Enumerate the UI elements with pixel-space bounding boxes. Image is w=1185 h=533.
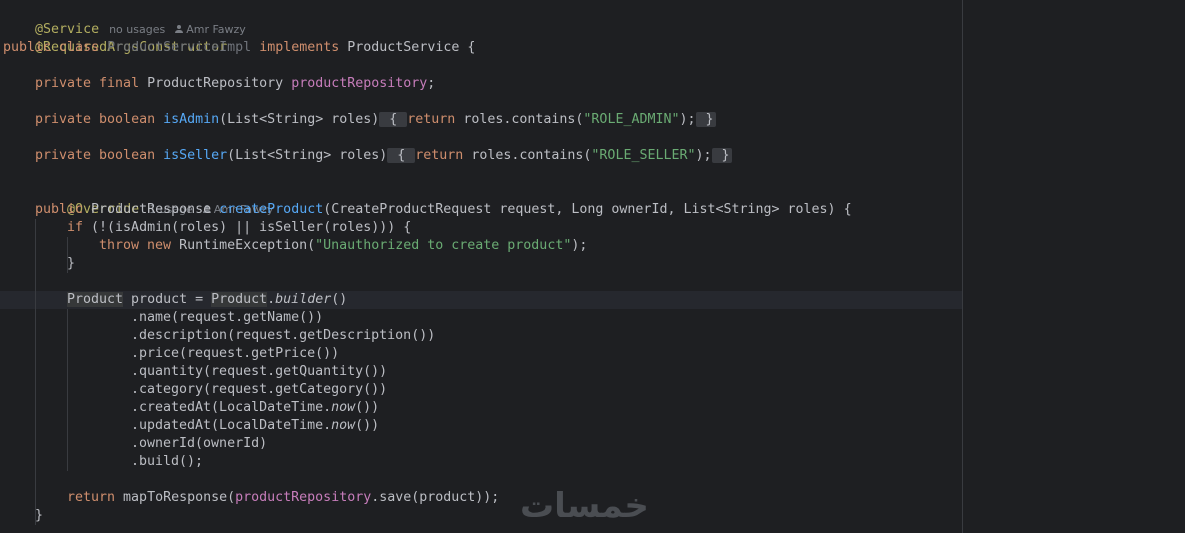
code-line[interactable]: .build(); (131, 453, 203, 471)
code-text: ); (679, 112, 696, 127)
code-line[interactable]: @Service no usages Amr Fawzy (3, 3, 246, 37)
code-text: .save(product)); (371, 490, 500, 505)
code-text: .name(request.getName()) (131, 310, 324, 325)
method-name: now (331, 400, 356, 415)
code-text: . (267, 292, 276, 307)
code-line[interactable]: .updatedAt(LocalDateTime.now()) (131, 417, 379, 435)
code-text: product = (123, 292, 212, 307)
method-name: now (331, 418, 356, 433)
code-text: } (35, 508, 44, 523)
code-line[interactable]: .price(request.getPrice()) (131, 345, 339, 363)
keyword: private final (35, 76, 148, 91)
keyword: throw new (99, 238, 180, 253)
code-editor[interactable]: @Service no usages Amr Fawzy @RequiredArgs… (0, 0, 1185, 533)
code-line[interactable]: .createdAt(LocalDateTime.now()) (131, 399, 379, 417)
code-text: ; (427, 76, 436, 91)
code-text: .build(); (131, 454, 204, 469)
string-literal: "ROLE_ADMIN" (583, 112, 680, 127)
code-line[interactable]: .quantity(request.getQuantity()) (131, 363, 387, 381)
code-line[interactable]: @Override 1 usage Amr Fawzy (35, 183, 273, 217)
code-line[interactable]: private boolean isAdmin(List<String> rol… (35, 111, 716, 129)
string-literal: "Unauthorized to create product" (315, 238, 572, 253)
fold-brace[interactable]: { (387, 148, 416, 163)
code-text: RuntimeException( (179, 238, 316, 253)
code-text: } (67, 256, 76, 271)
code-line[interactable]: .description(request.getDescription()) (131, 327, 435, 345)
code-line[interactable]: @RequiredArgsConstructor (3, 21, 227, 55)
code-line[interactable]: .category(request.getCategory()) (131, 381, 387, 399)
code-text: (CreateProductRequest request, Long owne… (323, 202, 852, 217)
type-name: ProductRepository (147, 76, 292, 91)
watermark-logo: خمسات (520, 486, 649, 526)
code-text: (List<String> roles) (227, 148, 388, 163)
keyword: if (67, 220, 92, 235)
code-text: ); (695, 148, 712, 163)
code-text: ()) (355, 400, 380, 415)
keyword: public class (3, 40, 108, 55)
code-text: mapToResponse( (123, 490, 236, 505)
type-name: Product (67, 292, 124, 307)
type-name: Product (211, 292, 268, 307)
indent-guide (35, 219, 36, 525)
code-line[interactable]: public ProductResponse createProduct(Cre… (35, 201, 852, 219)
indent-guide (67, 309, 68, 471)
code-line[interactable]: private boolean isSeller(List<String> ro… (35, 147, 732, 165)
code-line[interactable]: private final ProductRepository productR… (35, 75, 435, 93)
fold-brace[interactable]: { (379, 112, 408, 127)
code-text: () (331, 292, 348, 307)
right-margin-guide (962, 0, 963, 533)
field-name: productRepository (291, 76, 428, 91)
method-name: createProduct (219, 202, 324, 217)
code-line[interactable]: if (!(isAdmin(roles) || isSeller(roles))… (67, 219, 411, 237)
keyword: implements (251, 40, 348, 55)
keyword: return (67, 490, 124, 505)
code-text: roles.contains( (463, 112, 584, 127)
code-line[interactable]: Product product = Product.builder() (67, 291, 347, 309)
code-text: (!(isAdmin(roles) || isSeller(roles))) { (91, 220, 412, 235)
code-line[interactable]: .name(request.getName()) (131, 309, 323, 327)
code-text: ()) (355, 418, 380, 433)
keyword: return (407, 112, 464, 127)
field-name: productRepository (235, 490, 372, 505)
code-text: .ownerId(ownerId) (131, 436, 268, 451)
method-name: isSeller (163, 148, 228, 163)
method-name: builder (275, 292, 332, 307)
code-text: .description(request.getDescription()) (131, 328, 436, 343)
code-line[interactable]: public class ProductServiceImpl implemen… (3, 39, 475, 57)
code-line[interactable]: } (67, 255, 75, 273)
keyword: private boolean (35, 148, 164, 163)
fold-brace[interactable]: } (695, 112, 716, 127)
code-text: .updatedAt(LocalDateTime. (131, 418, 332, 433)
code-line[interactable]: } (35, 507, 43, 525)
code-text: roles.contains( (471, 148, 592, 163)
code-text: ProductService { (347, 40, 476, 55)
keyword: public (35, 202, 92, 217)
code-text: ); (571, 238, 588, 253)
code-text: .price(request.getPrice()) (131, 346, 340, 361)
type-name: ProductResponse (91, 202, 220, 217)
code-text: .category(request.getCategory()) (131, 382, 388, 397)
code-line[interactable]: .ownerId(ownerId) (131, 435, 267, 453)
keyword: return (415, 148, 472, 163)
string-literal: "ROLE_SELLER" (591, 148, 696, 163)
code-text: .quantity(request.getQuantity()) (131, 364, 388, 379)
fold-brace[interactable]: } (711, 148, 732, 163)
code-line[interactable]: throw new RuntimeException("Unauthorized… (99, 237, 587, 255)
code-text: .createdAt(LocalDateTime. (131, 400, 332, 415)
keyword: private boolean (35, 112, 164, 127)
code-line[interactable]: return mapToResponse(productRepository.s… (67, 489, 499, 507)
method-name: isAdmin (163, 112, 220, 127)
class-name: ProductServiceImpl (107, 40, 252, 55)
code-text: (List<String> roles) (219, 112, 380, 127)
